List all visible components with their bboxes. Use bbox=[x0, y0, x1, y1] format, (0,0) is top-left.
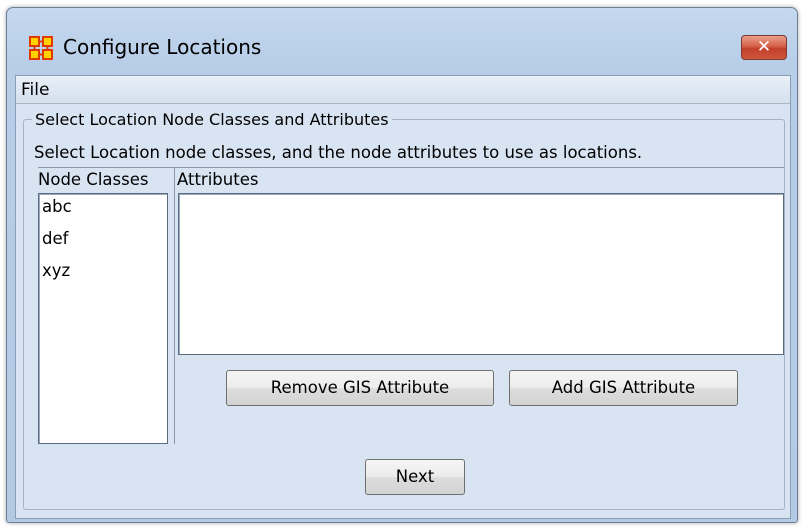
node-classes-header: Node Classes bbox=[38, 170, 149, 189]
column-top-border bbox=[38, 167, 784, 168]
configure-locations-window: Configure Locations ✕ File Select Locati… bbox=[6, 7, 798, 523]
app-grid-icon bbox=[29, 36, 53, 60]
window-title: Configure Locations bbox=[63, 35, 262, 59]
close-button[interactable]: ✕ bbox=[741, 35, 787, 60]
list-item[interactable]: def bbox=[42, 229, 68, 248]
title-bar[interactable]: Configure Locations ✕ bbox=[7, 8, 797, 74]
dialog-content: File Select Location Node Classes and At… bbox=[15, 75, 791, 519]
menu-bar: File bbox=[16, 76, 790, 104]
list-item[interactable]: xyz bbox=[42, 261, 70, 280]
column-divider bbox=[174, 168, 175, 444]
group-title: Select Location Node Classes and Attribu… bbox=[32, 110, 392, 129]
next-button[interactable]: Next bbox=[365, 459, 465, 495]
node-classes-list[interactable]: abc def xyz bbox=[38, 193, 168, 444]
list-item[interactable]: abc bbox=[42, 197, 72, 216]
remove-gis-attribute-button[interactable]: Remove GIS Attribute bbox=[226, 370, 494, 406]
close-icon: ✕ bbox=[756, 37, 772, 57]
menu-file[interactable]: File bbox=[21, 80, 49, 100]
attributes-header: Attributes bbox=[177, 170, 259, 189]
add-gis-attribute-button[interactable]: Add GIS Attribute bbox=[509, 370, 738, 406]
attributes-list[interactable] bbox=[178, 193, 784, 355]
instructions-text: Select Location node classes, and the no… bbox=[34, 143, 643, 162]
